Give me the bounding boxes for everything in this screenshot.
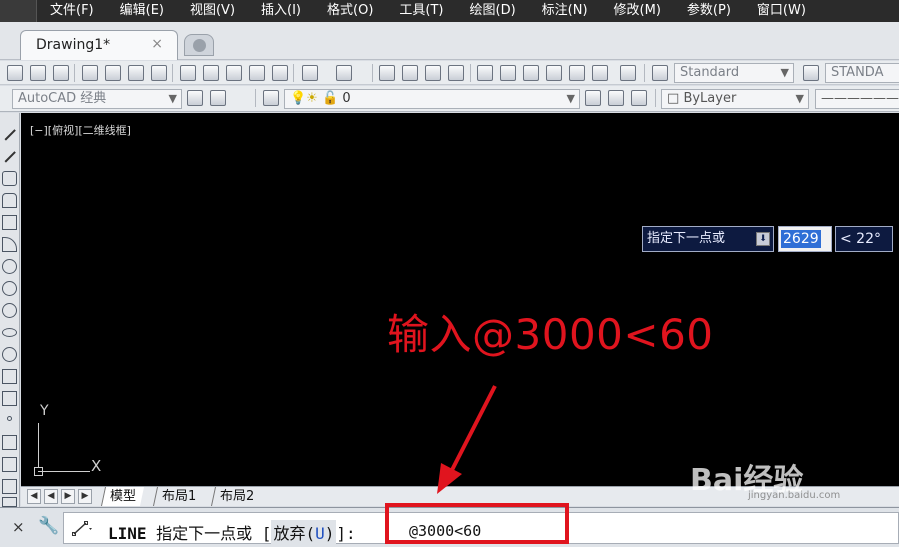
watermark-url: jingyan.baidu.com (748, 490, 841, 501)
autocad-window: 文件(F) 编辑(E) 视图(V) 插入(I) 格式(O) 工具(T) 绘图(D… (0, 0, 899, 547)
